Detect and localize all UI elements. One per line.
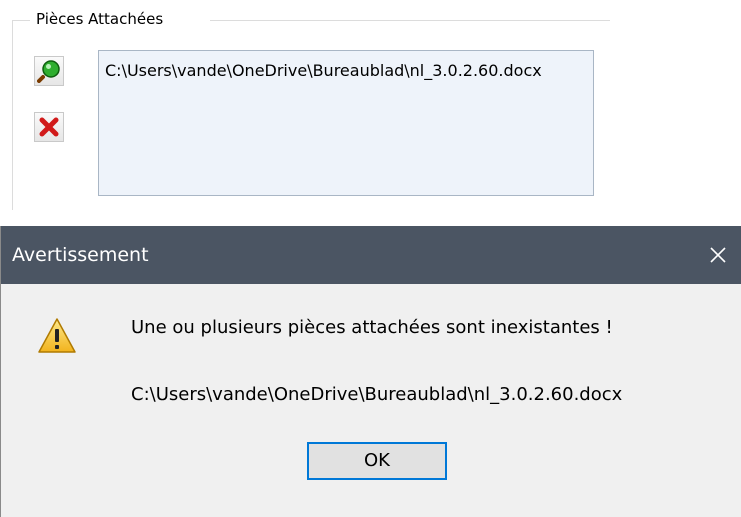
close-button[interactable] <box>694 226 741 284</box>
group-border-top-left <box>12 20 30 21</box>
attachments-group: Pièces Attachées C:\Users\vande\OneDrive… <box>0 0 741 210</box>
close-icon <box>710 247 726 263</box>
attachments-group-title: Pièces Attachées <box>34 9 168 29</box>
warning-message: Une ou plusieurs pièces attachées sont i… <box>131 317 613 338</box>
group-border-top <box>210 20 610 21</box>
list-item[interactable]: C:\Users\vande\OneDrive\Bureaublad\nl_3.… <box>105 61 589 81</box>
red-x-delete-icon <box>39 117 59 137</box>
open-attachment-button[interactable] <box>34 56 64 86</box>
warning-icon <box>38 318 76 353</box>
dialog-titlebar[interactable]: Avertissement <box>1 226 741 284</box>
ok-button[interactable]: OK <box>307 442 447 480</box>
magnifier-icon <box>37 60 60 83</box>
delete-attachment-button[interactable] <box>34 112 64 142</box>
missing-file-path: C:\Users\vande\OneDrive\Bureaublad\nl_3.… <box>131 384 623 405</box>
warning-dialog: Avertissement Une ou plusieurs pièces at… <box>0 226 741 517</box>
attachments-listbox[interactable]: C:\Users\vande\OneDrive\Bureaublad\nl_3.… <box>98 50 594 196</box>
dialog-title: Avertissement <box>12 244 149 266</box>
group-border-left <box>12 20 13 210</box>
